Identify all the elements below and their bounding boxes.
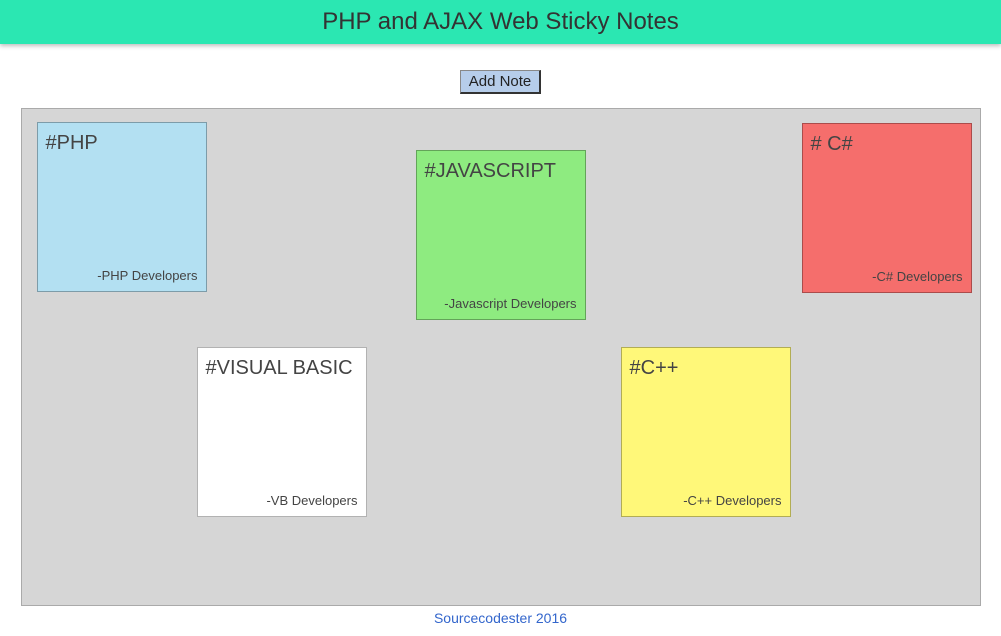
note-author: -Javascript Developers [444,296,576,311]
sticky-note[interactable]: #C++ -C++ Developers [621,347,791,517]
note-title: #JAVASCRIPT [425,159,577,183]
sticky-note[interactable]: #JAVASCRIPT -Javascript Developers [416,150,586,320]
page-title: PHP and AJAX Web Sticky Notes [0,8,1001,36]
sticky-note[interactable]: #VISUAL BASIC -VB Developers [197,347,367,517]
note-author: -VB Developers [266,493,357,508]
note-title: #C++ [630,356,782,380]
note-title: #PHP [46,131,198,155]
note-author: -C++ Developers [683,493,781,508]
header: PHP and AJAX Web Sticky Notes [0,0,1001,44]
note-author: -C# Developers [872,269,962,284]
sticky-note[interactable]: #PHP -PHP Developers [37,122,207,292]
footer-text: Sourcecodester 2016 [434,610,567,626]
note-title: # C# [811,132,963,156]
note-title: #VISUAL BASIC [206,356,358,380]
notes-board[interactable]: #PHP -PHP Developers #JAVASCRIPT -Javascrip… [21,108,981,606]
sticky-note[interactable]: # C# -C# Developers [802,123,972,293]
footer: Sourcecodester 2016 [0,606,1001,630]
add-note-button[interactable]: Add Note [460,70,542,94]
note-author: -PHP Developers [97,268,197,283]
toolbar: Add Note [0,44,1001,108]
